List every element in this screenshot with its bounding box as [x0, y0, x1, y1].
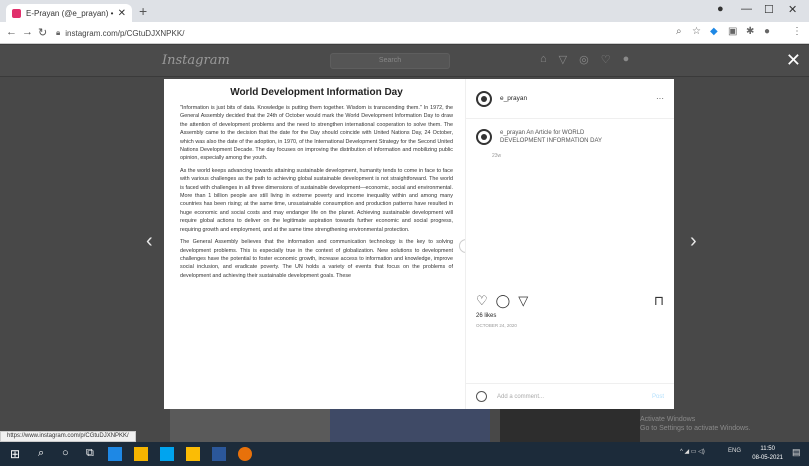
post-comment-button[interactable]: Post: [652, 394, 664, 400]
caption: e_prayan An Article for WORLD DEVELOPMEN…: [466, 119, 674, 159]
clock-date: 08-05-2021: [752, 455, 783, 461]
article-title: World Development Information Day: [230, 87, 403, 98]
article-paragraph: The General Assembly believes that the i…: [180, 239, 453, 279]
watermark-title: Activate Windows: [640, 416, 696, 423]
new-tab-button[interactable]: +: [139, 3, 147, 19]
tab-close-icon[interactable]: ✕: [118, 8, 126, 19]
article-paragraph: As the world keeps advancing towards att…: [180, 167, 453, 233]
store-icon[interactable]: [160, 447, 174, 461]
article-paragraph: "Information is just bits of data. Knowl…: [180, 105, 453, 162]
post-sidebar: e_prayan ··· e_prayan An Article for WOR…: [466, 79, 674, 409]
background-post-thumbnail[interactable]: [500, 409, 640, 442]
watermark-subtitle: Go to Settings to activate Windows.: [640, 425, 751, 432]
background-post-thumbnail[interactable]: [170, 409, 330, 442]
avatar[interactable]: [476, 90, 492, 107]
instagram-logo[interactable]: Instagram: [162, 53, 230, 68]
address-bar-row: ← → ↻ 🔒︎ instagram.com/p/CGtuDJXNPKK/ ⌕ …: [0, 22, 809, 44]
background-post-thumbnail[interactable]: [330, 409, 490, 442]
post-actions: ♡ ◯ ▽: [476, 293, 661, 309]
minimize-button[interactable]: —: [741, 3, 752, 15]
close-modal-button[interactable]: ✕: [786, 51, 801, 69]
username[interactable]: e_prayan: [500, 95, 656, 102]
comment-icon[interactable]: ◯: [496, 293, 511, 309]
account-icon[interactable]: ●: [764, 26, 770, 37]
windows-start-icon[interactable]: ⊞: [10, 447, 24, 461]
post-header: e_prayan ···: [466, 79, 674, 119]
forward-icon[interactable]: →: [22, 26, 33, 38]
notification-icon[interactable]: ▤: [792, 447, 801, 458]
bookmark-icon[interactable]: ⊓: [654, 293, 664, 309]
carousel-indicator-icon: [459, 239, 465, 253]
clock[interactable]: 11:50 08-05-2021: [752, 445, 783, 463]
extension-icon[interactable]: ▣: [728, 26, 737, 37]
word-icon[interactable]: [212, 447, 226, 461]
close-window-button[interactable]: ✕: [788, 3, 797, 16]
puzzle-icon[interactable]: ✱: [746, 26, 754, 37]
search-icon[interactable]: ⌕: [676, 26, 682, 37]
search-input[interactable]: Search: [330, 53, 450, 69]
post-modal: World Development Information Day "Infor…: [164, 79, 674, 409]
activate-windows-watermark: Activate Windows Go to Settings to activ…: [640, 415, 751, 433]
instagram-favicon-icon: [12, 8, 21, 18]
comment-box: Add a comment... Post: [466, 383, 674, 409]
task-view-icon[interactable]: ⧉: [86, 447, 100, 461]
search-icon[interactable]: ⌕: [38, 447, 52, 461]
extension-icon[interactable]: ◆: [710, 26, 718, 37]
emoji-icon[interactable]: [476, 391, 487, 402]
url-text: instagram.com/p/CGtuDJXNPKK/: [65, 28, 185, 38]
lock-icon: 🔒︎: [56, 28, 61, 37]
comment-input[interactable]: Add a comment...: [497, 394, 652, 400]
maximize-button[interactable]: ☐: [764, 3, 774, 16]
sticky-notes-icon[interactable]: [186, 447, 200, 461]
status-bar-url: https://www.instagram.com/p/CGtuDJXNPKK/: [0, 431, 136, 442]
menu-dots-icon[interactable]: ⋮: [792, 26, 802, 37]
star-icon[interactable]: ☆: [692, 26, 701, 37]
caption-text: e_prayan An Article for WORLD DEVELOPMEN…: [500, 130, 603, 144]
previous-post-arrow-icon[interactable]: ‹: [146, 230, 153, 253]
tab-title: E-Prayan (@e_prayan) • Instagr...: [26, 8, 114, 18]
browser-tab[interactable]: E-Prayan (@e_prayan) • Instagr... ✕: [6, 4, 132, 22]
url-field[interactable]: 🔒︎ instagram.com/p/CGtuDJXNPKK/: [56, 25, 606, 41]
instagram-page: Instagram Search ⌂ ▽ ◎ ♡ ● ✕ ‹ › World D…: [0, 45, 809, 442]
caption-time: 23w: [492, 153, 502, 159]
windows-taskbar: ⊞ ⌕ ○ ⧉ ^ ◢ ▭ ◁) ENG 11:50 08-05-2021 ▤: [0, 442, 809, 466]
clock-time: 11:50: [760, 446, 775, 452]
browser-tab-bar: E-Prayan (@e_prayan) • Instagr... ✕ + ● …: [0, 0, 809, 22]
tray-icons[interactable]: ^ ◢ ▭ ◁): [680, 448, 705, 455]
likes-count[interactable]: 26 likes: [476, 313, 496, 319]
reload-icon[interactable]: ↻: [38, 26, 47, 39]
share-icon[interactable]: ▽: [518, 293, 528, 309]
cortana-icon[interactable]: ○: [62, 447, 76, 461]
post-image-article: World Development Information Day "Infor…: [164, 79, 466, 409]
next-post-arrow-icon[interactable]: ›: [690, 230, 697, 253]
back-icon[interactable]: ←: [6, 26, 17, 38]
more-options-icon[interactable]: ···: [656, 94, 664, 103]
language-indicator[interactable]: ENG: [728, 448, 741, 454]
edge-icon[interactable]: [108, 447, 122, 461]
profile-icon[interactable]: ●: [717, 3, 724, 15]
profile-avatar-icon[interactable]: ●: [623, 53, 630, 66]
like-icon[interactable]: ♡: [476, 293, 488, 309]
avatar[interactable]: [476, 129, 492, 145]
home-icon[interactable]: ⌂: [540, 53, 547, 66]
explore-icon[interactable]: ◎: [579, 53, 589, 66]
file-explorer-icon[interactable]: [134, 447, 148, 461]
heart-icon[interactable]: ♡: [601, 53, 611, 66]
chrome-icon[interactable]: [238, 447, 252, 461]
post-date: OCTOBER 24, 2020: [476, 323, 517, 328]
header-icons: ⌂ ▽ ◎ ♡ ●: [540, 53, 629, 66]
direct-icon[interactable]: ▽: [559, 53, 567, 66]
instagram-header: Instagram Search ⌂ ▽ ◎ ♡ ●: [0, 45, 809, 77]
